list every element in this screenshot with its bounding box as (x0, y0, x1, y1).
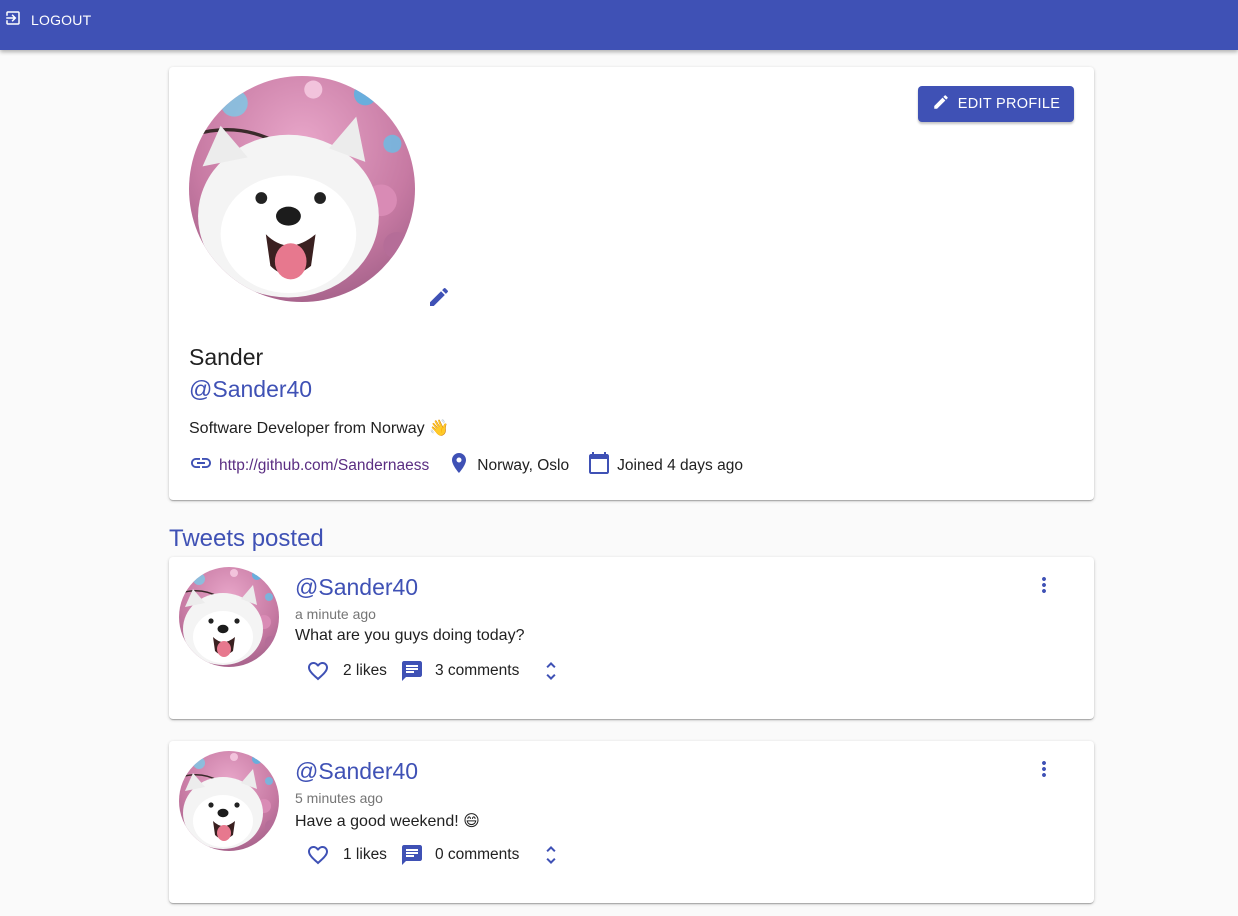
tweet-handle[interactable]: @Sander40 (295, 574, 418, 601)
edit-profile-button[interactable]: EDIT PROFILE (918, 86, 1074, 122)
grinning-emoji: 😄 (463, 811, 480, 830)
logout-icon (4, 9, 22, 30)
logout-button[interactable]: LOGOUT (4, 9, 91, 30)
tweet-time: a minute ago (295, 606, 376, 622)
profile-meta: http://github.com/Sandernaess Norway, Os… (189, 451, 761, 480)
location-text: Norway, Oslo (477, 456, 570, 474)
tweet-handle[interactable]: @Sander40 (295, 758, 418, 785)
profile-avatar (189, 76, 415, 302)
more-vert-icon[interactable] (1032, 573, 1056, 597)
profile-handle: @Sander40 (189, 376, 313, 402)
unfold-more-icon[interactable] (539, 659, 563, 683)
heart-outline-icon[interactable] (306, 659, 330, 683)
comment-icon[interactable] (400, 843, 424, 867)
tweet-card: @Sander40 5 minutes ago Have a good week… (169, 741, 1094, 903)
tweet-text-body: Have a good weekend! (295, 813, 459, 830)
profile-bio-text: Software Developer from Norway (189, 420, 425, 437)
profile-website: http://github.com/Sandernaess (189, 451, 429, 480)
logout-label: LOGOUT (31, 11, 92, 28)
app-bar: LOGOUT (0, 0, 1238, 50)
tweet-text: Have a good weekend! 😄 (295, 811, 480, 831)
tweet-time: 5 minutes ago (295, 790, 383, 806)
calendar-icon (587, 451, 611, 480)
tweet-card: @Sander40 a minute ago What are you guys… (169, 557, 1094, 719)
heart-outline-icon[interactable] (306, 843, 330, 867)
tweet-actions: 1 likes 0 comments (306, 843, 563, 867)
tweet-text: What are you guys doing today? (295, 627, 524, 645)
waving-hand-emoji: 👋 (429, 418, 450, 437)
edit-icon (932, 93, 950, 115)
profile-bio: Software Developer from Norway 👋 (189, 418, 449, 438)
profile-joined: Joined 4 days ago (587, 451, 743, 480)
likes-count: 2 likes (343, 662, 387, 679)
more-vert-icon[interactable] (1032, 757, 1056, 781)
comments-count: 3 comments (434, 662, 520, 679)
edit-profile-label: EDIT PROFILE (957, 96, 1061, 112)
tweets-section-title: Tweets posted (169, 525, 324, 552)
comments-count: 0 comments (434, 846, 520, 863)
tweet-avatar[interactable] (179, 751, 279, 851)
location-pin-icon (447, 451, 471, 480)
joined-text: Joined 4 days ago (617, 456, 743, 474)
likes-count: 1 likes (343, 846, 387, 863)
profile-location: Norway, Oslo (447, 451, 569, 480)
tweet-actions: 2 likes 3 comments (306, 659, 563, 683)
edit-avatar-icon[interactable] (427, 285, 451, 309)
website-link[interactable]: http://github.com/Sandernaess (219, 457, 429, 475)
profile-name: Sander (189, 344, 264, 370)
tweet-text-body: What are you guys doing today? (295, 627, 525, 644)
unfold-more-icon[interactable] (539, 843, 563, 867)
comment-icon[interactable] (400, 659, 424, 683)
link-icon (189, 451, 213, 480)
profile-card: EDIT PROFILE Sander @Sander40 Software D… (169, 67, 1094, 500)
tweet-avatar[interactable] (179, 567, 279, 667)
